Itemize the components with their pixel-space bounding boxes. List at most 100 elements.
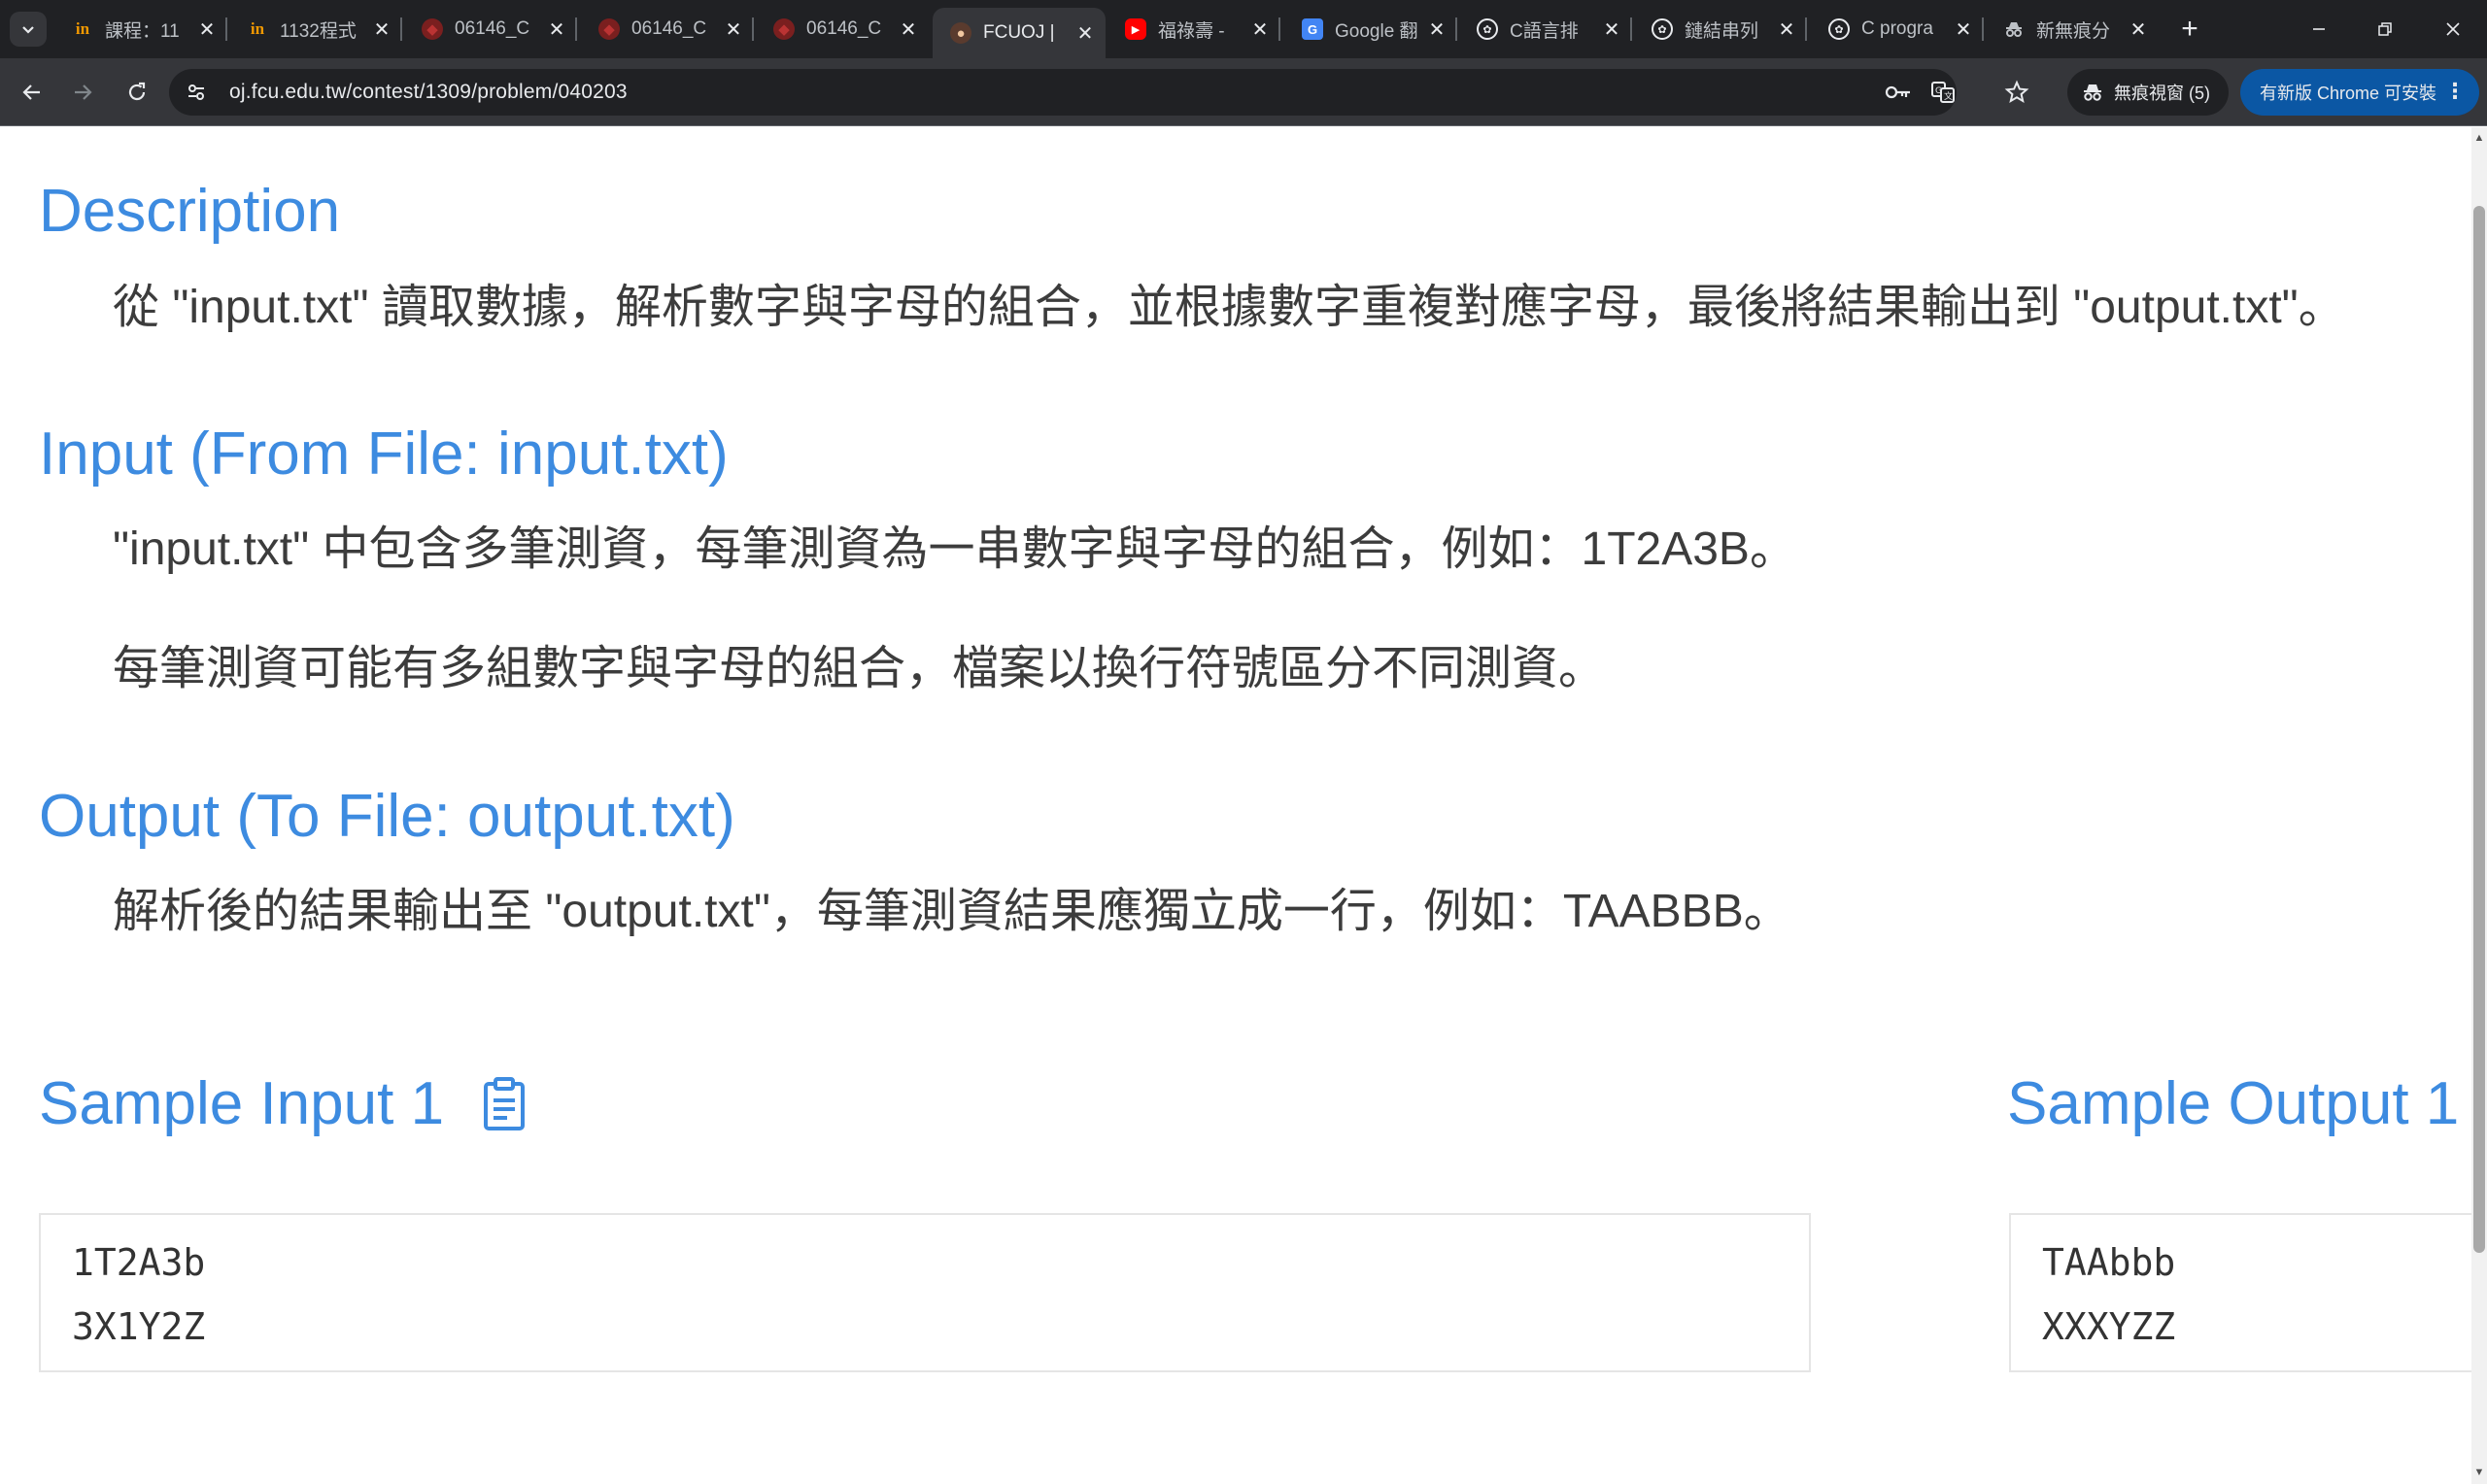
close-icon[interactable]: ✕ xyxy=(371,17,392,42)
close-icon[interactable]: ✕ xyxy=(898,17,919,42)
close-icon[interactable]: ✕ xyxy=(1249,17,1271,42)
chatgpt-icon: ✿ xyxy=(1477,18,1498,40)
close-icon[interactable]: ✕ xyxy=(546,17,567,42)
shield-icon: ◆ xyxy=(773,18,795,40)
restore-button[interactable] xyxy=(2351,0,2419,58)
close-icon[interactable]: ✕ xyxy=(1074,21,1096,46)
close-icon xyxy=(2446,22,2460,36)
tab-title: 1132程式 xyxy=(280,20,357,42)
close-window-button[interactable] xyxy=(2419,0,2487,58)
close-icon[interactable]: ✕ xyxy=(1601,17,1622,42)
in-logo-icon: in xyxy=(250,19,265,38)
site-info-button[interactable] xyxy=(177,73,216,112)
input-text: 每筆測資可能有多組數字與字母的組合，檔案以換行符號區分不同測資。 xyxy=(113,643,1606,694)
tab-title: 新無痕分 xyxy=(2036,20,2111,42)
clipboard-icon[interactable] xyxy=(480,1076,528,1134)
incognito-icon xyxy=(2003,18,2025,40)
restore-icon xyxy=(2378,22,2392,36)
update-label: 有新版 Chrome 可安裝 xyxy=(2260,84,2437,103)
close-icon[interactable]: ✕ xyxy=(1953,17,1974,42)
password-key-button[interactable] xyxy=(1881,75,1916,110)
in-logo-icon: in xyxy=(75,19,90,38)
forward-button[interactable] xyxy=(64,74,101,111)
sample-output-box[interactable]: TAAbbb XXXYZZ xyxy=(2009,1213,2471,1372)
close-icon[interactable]: ✕ xyxy=(196,17,218,42)
star-icon xyxy=(2004,80,2029,104)
tab-title: Google 翻 xyxy=(1335,20,1418,42)
browser-tab-active[interactable]: ● FCUOJ | ✕ xyxy=(933,8,1106,58)
plus-icon: + xyxy=(2181,13,2198,45)
browser-tab[interactable]: ✿ C progra ✕ xyxy=(1811,8,1984,51)
scroll-down-arrow-icon[interactable]: ▼ xyxy=(2471,1465,2487,1480)
svg-text:文: 文 xyxy=(1944,90,1953,102)
minimize-button[interactable] xyxy=(2285,0,2353,58)
tab-search-button[interactable] xyxy=(10,12,47,47)
tab-title: 鏈結串列 xyxy=(1685,20,1759,42)
browser-tab[interactable]: ✿ 鏈結串列 ✕ xyxy=(1634,8,1807,51)
input-text: "input.txt" 中包含多筆測資，每筆測資為一串數字與字母的組合，例如：1… xyxy=(113,523,1796,575)
minimize-icon xyxy=(2313,28,2325,30)
incognito-indicator[interactable]: 無痕視窗 (5) xyxy=(2067,69,2229,116)
svg-text:G: G xyxy=(1935,86,1942,96)
tab-title: 福祿壽 - xyxy=(1158,20,1225,42)
tune-icon xyxy=(188,84,204,100)
browser-tab[interactable]: ✿ C語言排 ✕ xyxy=(1459,8,1632,51)
sample-output-line: TAAbbb xyxy=(2042,1241,2176,1284)
translate-button[interactable]: G文 xyxy=(1925,75,1960,110)
fcu-logo-icon: ● xyxy=(950,22,971,44)
tab-title: 06146_C xyxy=(806,18,882,39)
bookmark-button[interactable] xyxy=(1999,75,2034,110)
tab-title: FCUOJ | xyxy=(983,22,1055,43)
sample-input-line: 3X1Y2Z xyxy=(72,1305,206,1348)
arrow-right-icon xyxy=(75,84,92,100)
close-icon[interactable]: ✕ xyxy=(2128,17,2149,42)
scrollbar-thumb[interactable] xyxy=(2473,206,2485,1253)
output-heading: Output (To File: output.txt) xyxy=(39,783,735,850)
browser-tab[interactable]: ◆ 06146_C ✕ xyxy=(581,8,754,51)
incognito-icon xyxy=(2084,84,2101,101)
sample-input-line: 1T2A3b xyxy=(72,1241,206,1284)
browser-tab[interactable]: ◆ 06146_C ✕ xyxy=(404,8,577,51)
problem-page: Description 從 "input.txt" 讀取數據，解析數字與字母的組… xyxy=(0,127,2471,1484)
key-icon xyxy=(1885,85,1910,99)
incognito-label: 無痕視窗 (5) xyxy=(2114,84,2210,103)
shield-icon: ◆ xyxy=(422,18,443,40)
sample-input-box[interactable]: 1T2A3b 3X1Y2Z xyxy=(39,1213,1811,1372)
close-icon[interactable]: ✕ xyxy=(1426,17,1448,42)
address-bar[interactable]: oj.fcu.edu.tw/contest/1309/problem/04020… xyxy=(169,69,1957,116)
browser-tab[interactable]: ▶ 福祿壽 - ✕ xyxy=(1107,8,1280,51)
input-heading: Input (From File: input.txt) xyxy=(39,421,729,488)
browser-toolbar: oj.fcu.edu.tw/contest/1309/problem/04020… xyxy=(0,58,2487,126)
chrome-update-button[interactable]: 有新版 Chrome 可安裝 ⋮ xyxy=(2240,69,2479,116)
tab-title: 06146_C xyxy=(631,18,707,39)
sample-output-heading: Sample Output 1 xyxy=(2007,1070,2460,1137)
new-tab-button[interactable]: + xyxy=(2172,12,2207,47)
tab-title: C progra xyxy=(1861,18,1933,39)
description-text: 從 "input.txt" 讀取數據，解析數字與字母的組合，並根據數字重複對應字… xyxy=(113,282,2345,333)
description-heading: Description xyxy=(39,178,341,245)
back-button[interactable] xyxy=(14,74,51,111)
chatgpt-icon: ✿ xyxy=(1652,18,1673,40)
chatgpt-icon: ✿ xyxy=(1828,18,1850,40)
youtube-icon: ▶ xyxy=(1125,18,1146,40)
scroll-up-arrow-icon[interactable]: ▲ xyxy=(2471,130,2487,146)
tab-strip: in 課程：11 ✕ in 1132程式 ✕ ◆ 06146_C ✕ ◆ 061… xyxy=(0,0,2487,58)
tab-title: C語言排 xyxy=(1510,20,1579,42)
reload-icon xyxy=(128,82,146,101)
more-vert-icon[interactable]: ⋮ xyxy=(2444,79,2466,104)
url-text: oj.fcu.edu.tw/contest/1309/problem/04020… xyxy=(229,81,628,103)
browser-tab[interactable]: ◆ 06146_C ✕ xyxy=(756,8,929,51)
close-icon[interactable]: ✕ xyxy=(723,17,744,42)
translate-icon: G文 xyxy=(1931,82,1955,103)
reload-button[interactable] xyxy=(119,74,155,111)
browser-tab[interactable]: in 課程：11 ✕ xyxy=(54,8,227,51)
browser-tab[interactable]: 新無痕分 ✕ xyxy=(1986,8,2159,51)
output-text: 解析後的結果輸出至 "output.txt"，每筆測資結果應獨立成一行，例如：T… xyxy=(113,886,1790,937)
browser-tab[interactable]: G Google 翻 ✕ xyxy=(1284,8,1457,51)
browser-tab[interactable]: in 1132程式 ✕ xyxy=(229,8,402,51)
close-icon[interactable]: ✕ xyxy=(1776,17,1797,42)
chevron-down-icon xyxy=(22,26,34,34)
google-translate-icon: G xyxy=(1302,18,1323,40)
sample-output-line: XXXYZZ xyxy=(2042,1305,2176,1348)
tab-title: 06146_C xyxy=(455,18,530,39)
